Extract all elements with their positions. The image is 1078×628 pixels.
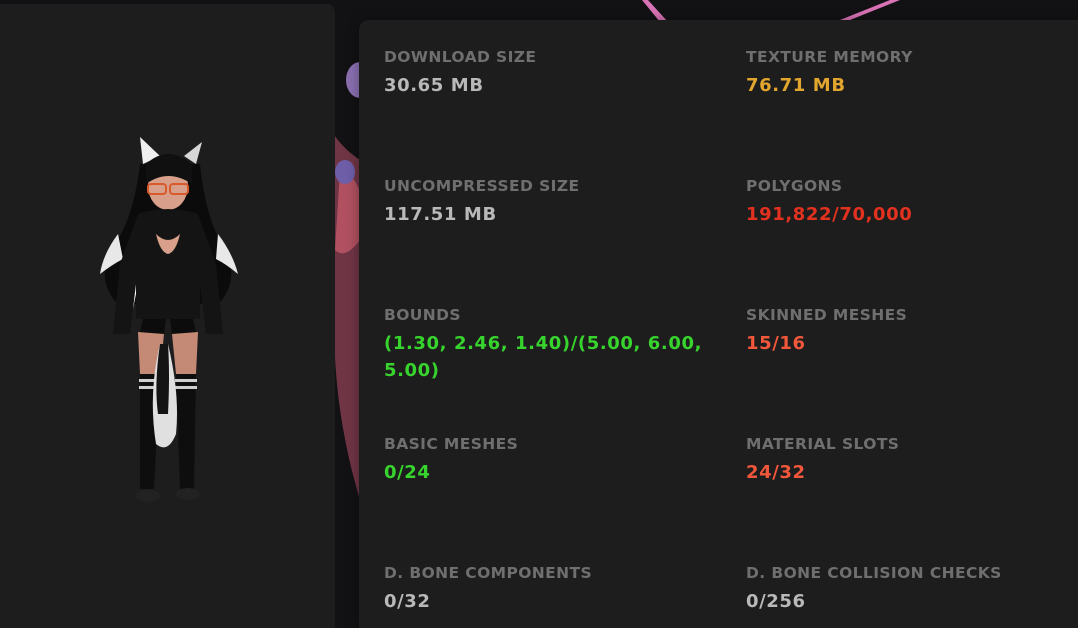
stat-dynamic-bone-components: D. BONE COMPONENTS 0/32	[384, 564, 704, 615]
stat-label: SKINNED MESHES	[746, 306, 908, 324]
stat-label: MATERIAL SLOTS	[746, 435, 900, 453]
stat-label: TEXTURE MEMORY	[746, 48, 913, 66]
stat-dynamic-bone-collision-checks: D. BONE COLLISION CHECKS 0/256	[746, 564, 1066, 615]
stat-label: UNCOMPRESSED SIZE	[384, 177, 580, 195]
stat-bounds: BOUNDS (1.30, 2.46, 1.40)/(5.00, 6.00, 5…	[384, 306, 704, 384]
stat-basic-meshes: BASIC MESHES 0/24	[384, 435, 704, 486]
stat-polygons: POLYGONS 191,822/70,000	[746, 177, 1066, 228]
stat-value: 191,822/70,000	[746, 204, 913, 225]
stat-label: BOUNDS	[384, 306, 461, 324]
stat-value: 0/256	[746, 591, 806, 612]
stat-value: 30.65 MB	[384, 75, 484, 96]
stat-value: (1.30, 2.46, 1.40)/(5.00, 6.00, 5.00)	[384, 333, 703, 381]
stat-value: 15/16	[746, 333, 806, 354]
stat-value: 117.51 MB	[384, 204, 497, 225]
stat-download-size: DOWNLOAD SIZE 30.65 MB	[384, 48, 704, 99]
avatar-model-image	[100, 137, 238, 502]
stat-value: 0/32	[384, 591, 431, 612]
stat-label: POLYGONS	[746, 177, 843, 195]
stat-label: BASIC MESHES	[384, 435, 519, 453]
stat-value: 76.71 MB	[746, 75, 846, 96]
stat-value: 24/32	[746, 462, 806, 483]
stat-label: DOWNLOAD SIZE	[384, 48, 537, 66]
stat-value: 0/24	[384, 462, 431, 483]
stat-uncompressed-size: UNCOMPRESSED SIZE 117.51 MB	[384, 177, 704, 228]
stat-label: D. BONE COMPONENTS	[384, 564, 593, 582]
stat-texture-memory: TEXTURE MEMORY 76.71 MB	[746, 48, 1066, 99]
stat-skinned-meshes: SKINNED MESHES 15/16	[746, 306, 1066, 357]
avatar-preview-panel	[0, 4, 335, 628]
stat-material-slots: MATERIAL SLOTS 24/32	[746, 435, 1066, 486]
performance-stats-panel: DOWNLOAD SIZE 30.65 MB TEXTURE MEMORY 76…	[359, 20, 1078, 628]
stat-label: D. BONE COLLISION CHECKS	[746, 564, 1002, 582]
